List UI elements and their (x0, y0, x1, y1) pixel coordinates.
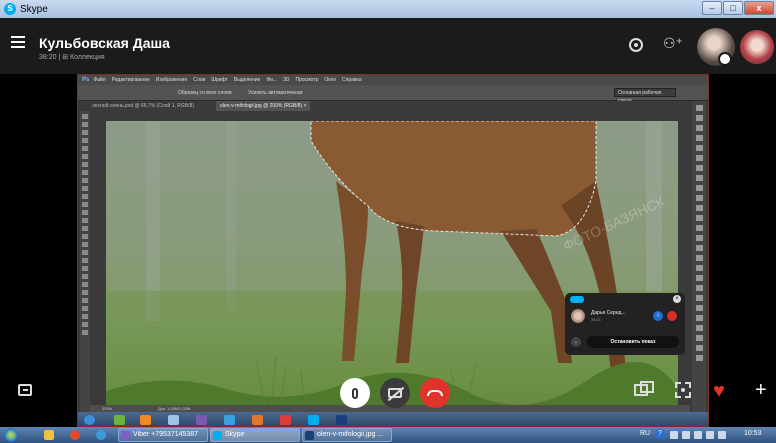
ps-menu-item: 3D (283, 77, 290, 83)
info-button[interactable]: i (653, 311, 663, 321)
photoshop-right-panel (692, 101, 706, 419)
taskbar-task-photoshop[interactable]: olen-v-mifologii.jpg ... (302, 428, 392, 442)
video-off-icon (388, 388, 402, 398)
caller-name: Дарья Серед... (591, 310, 626, 316)
shared-app-icon (196, 415, 207, 425)
skype-call-window: S Skype – □ x Кульбовская Даша 38:20 | ⊞… (0, 0, 776, 443)
viber-icon (121, 431, 130, 440)
ps-doc-size: Док: 1,03M/1,03M (158, 406, 191, 411)
explorer-icon[interactable] (44, 430, 54, 440)
ps-menu-item: Изображение (155, 77, 188, 83)
skype-logo-icon: S (4, 3, 16, 15)
stop-sharing-button[interactable]: Остановить показ (587, 336, 679, 348)
ps-tab-active: olen-v-mifologii.jpg @ 200% (RGB/8) × (216, 101, 311, 111)
chat-icon[interactable] (18, 384, 32, 396)
avatar-participant[interactable] (740, 30, 774, 64)
shared-app-icon (168, 415, 179, 425)
windows-taskbar: Viber +79537145387 Skype olen-v-mifologi… (0, 427, 776, 443)
chrome-icon[interactable] (96, 430, 106, 440)
screen-share-badge-icon (718, 52, 732, 66)
maximize-button[interactable]: □ (723, 1, 743, 15)
shared-screen: Ps Файл Редактирование Изображение Слои … (77, 74, 709, 427)
caller-avatar (571, 309, 585, 323)
shared-start-icon (84, 415, 95, 425)
photoshop-toolbox (80, 111, 90, 419)
heart-icon[interactable]: ♥ (713, 381, 725, 401)
shared-app-icon (224, 415, 235, 425)
taskbar-task-viber[interactable]: Viber +79537145387 (118, 428, 208, 442)
ps-menu-item: Выделение (233, 77, 261, 83)
ps-menu-item: Слои (193, 77, 206, 83)
ps-menu-item: Просмотр (295, 77, 319, 83)
photoshop-menubar: Ps Файл Редактирование Изображение Слои … (78, 75, 708, 85)
ps-menu-item: Шрифт (211, 77, 228, 83)
shared-app-icon (140, 415, 151, 425)
shared-app-icon (308, 415, 319, 425)
minimize-button[interactable]: – (702, 1, 722, 15)
shared-app-icon (252, 415, 263, 425)
photoshop-doc-tabs: лесной олень.psd @ 66,7% (Слой 1, RGB/8)… (90, 101, 690, 111)
taskbar-task-skype[interactable]: Skype (210, 428, 300, 442)
ps-menu-item: Справка (342, 77, 362, 83)
microphone-button[interactable] (340, 378, 370, 408)
photoshop-logo: Ps (82, 77, 90, 83)
skype-logo-icon (570, 296, 584, 303)
call-duration: 38:20 | ⊞ Коллекция (39, 54, 105, 61)
microphone-icon (352, 387, 358, 399)
ps-menu-item: Редактирование (111, 77, 150, 83)
volume-icon[interactable] (718, 431, 726, 439)
shared-windows-taskbar (78, 412, 708, 426)
start-button[interactable] (4, 428, 18, 442)
system-clock[interactable]: 10:53 (744, 430, 762, 437)
hang-up-icon (427, 390, 443, 396)
shared-app-icon (280, 415, 291, 425)
gear-icon[interactable] (629, 38, 643, 52)
ps-tab-inactive: лесной олень.psd @ 66,7% (Слой 1, RGB/8) (92, 103, 194, 109)
contact-name: Кульбовская Даша (39, 35, 170, 51)
photoshop-icon (305, 431, 314, 440)
flag-icon[interactable] (706, 431, 714, 439)
video-toggle-button[interactable] (380, 378, 410, 408)
ps-menu-item: Фи... (266, 77, 278, 83)
shared-app-icon (114, 415, 125, 425)
shared-app-icon (336, 415, 347, 425)
ps-zoom-level: 200% (102, 406, 113, 411)
help-icon[interactable]: ? (655, 429, 665, 439)
popup-close-button[interactable]: × (673, 295, 681, 303)
window-controls: – □ x (702, 1, 774, 15)
ps-option-auto-enhance: Усилить автоматически (248, 90, 303, 96)
ps-option-sample-all: Образец со всех слоев (178, 90, 232, 96)
deer-image: ФОТО-БАЗЯНСК (106, 121, 678, 409)
popup-end-call-button[interactable] (667, 311, 677, 321)
ps-workspace-select: Основная рабочая среда (614, 88, 676, 104)
language-indicator[interactable]: RU (640, 430, 650, 437)
skype-icon (213, 431, 222, 440)
photoshop-options-bar: Образец со всех слоев Усилить автоматиче… (78, 85, 708, 104)
photoshop-canvas-deer-photo: ФОТО-БАЗЯНСК (106, 121, 678, 409)
chevron-down-icon[interactable]: ⌄ (571, 337, 581, 347)
call-header: Кульбовская Даша 38:20 | ⊞ Коллекция ⚇⁺ (0, 18, 776, 74)
caller-time: 38:21 (591, 317, 602, 322)
close-button[interactable]: x (744, 1, 774, 15)
network-icon[interactable] (694, 431, 702, 439)
switch-view-icon[interactable] (634, 381, 654, 396)
end-call-button[interactable] (420, 378, 450, 408)
add-participant-icon[interactable]: ⚇⁺ (663, 35, 683, 52)
window-title: Skype (20, 3, 48, 15)
opera-icon[interactable] (70, 430, 80, 440)
skype-mini-call-popup: × Дарья Серед... 38:21 i ⌄ Остановить по… (565, 293, 685, 355)
tray-icon[interactable] (682, 431, 690, 439)
window-title-bar: S Skype – □ x (0, 0, 776, 18)
hamburger-menu-icon[interactable] (11, 36, 25, 48)
tray-icon[interactable] (670, 431, 678, 439)
ps-menu-item: Окно (324, 77, 336, 83)
ps-menu-item: Файл (93, 77, 106, 83)
plus-icon[interactable]: + (755, 380, 767, 400)
screenshot-icon[interactable] (675, 382, 691, 398)
